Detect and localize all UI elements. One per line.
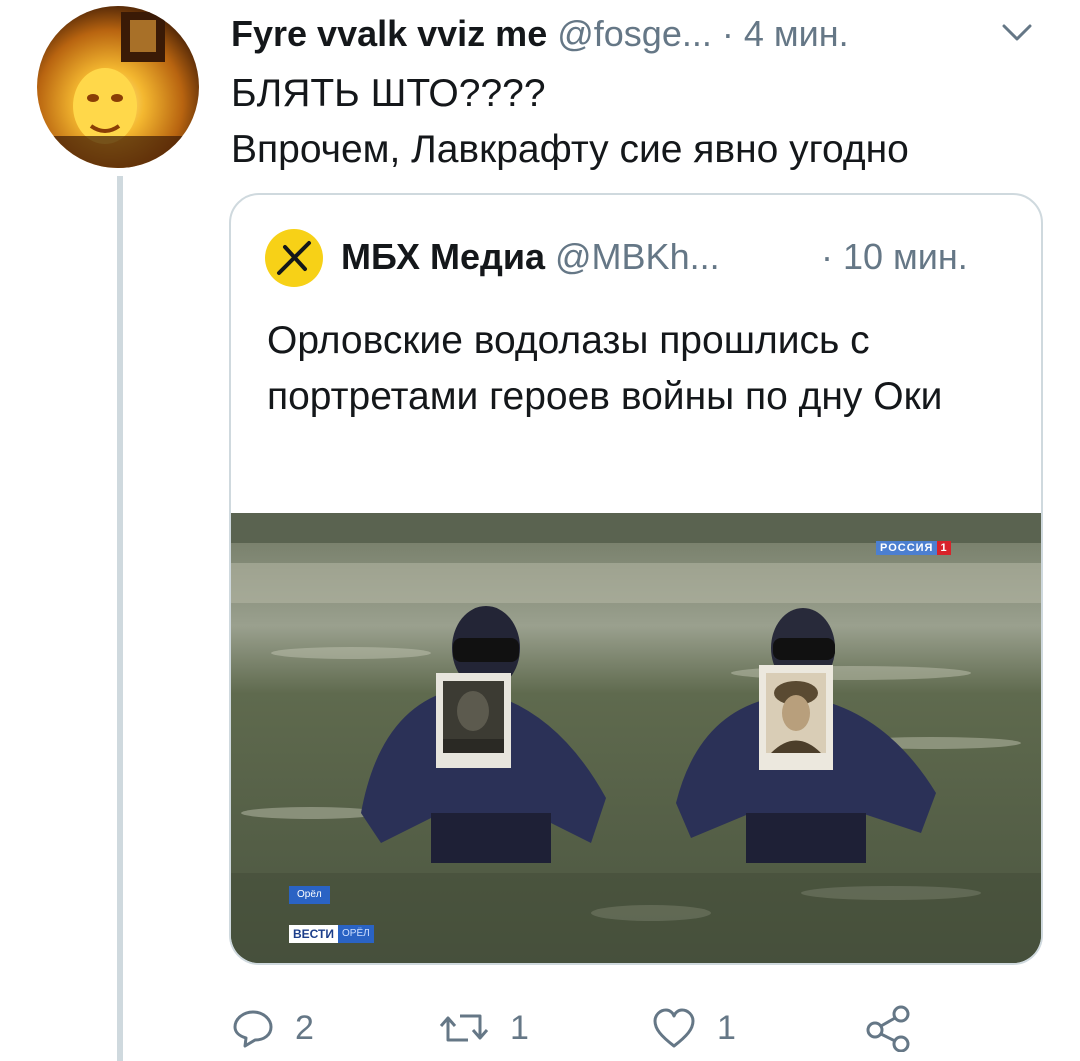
like-count: 1 xyxy=(717,1008,736,1047)
like-icon xyxy=(653,1008,695,1048)
thread-line xyxy=(117,176,123,1061)
quoted-author-handle[interactable]: @MBKh... xyxy=(555,236,720,277)
location-tag: Орёл xyxy=(289,886,330,904)
reply-icon xyxy=(233,1010,273,1048)
chevron-down-icon[interactable] xyxy=(994,14,1040,50)
quoted-tweet-card[interactable]: МБХ Медиа @MBKh... · 10 мин. Орловские в… xyxy=(229,193,1043,965)
quoted-author-name[interactable]: МБХ Медиа xyxy=(341,236,545,277)
like-button[interactable]: 1 xyxy=(651,998,736,1058)
mbx-logo-icon[interactable] xyxy=(265,229,323,287)
share-icon xyxy=(866,1005,910,1052)
separator-dot: · xyxy=(721,13,734,54)
reply-button[interactable]: 2 xyxy=(231,998,314,1058)
quoted-time[interactable]: · 10 мин. xyxy=(821,232,968,282)
quoted-media-image[interactable]: РОССИЯ 1 Орёл ВЕСТИ ОРЁЛ xyxy=(231,513,1041,963)
avatar[interactable] xyxy=(37,6,199,168)
retweet-button[interactable]: 1 xyxy=(438,998,529,1058)
channel-logo: РОССИЯ 1 xyxy=(876,541,986,555)
author-handle[interactable]: @fosge... xyxy=(557,13,712,54)
author-name[interactable]: Fyre vvalk vviz me xyxy=(231,13,547,54)
tweet-text-line: БЛЯТЬ ШТО???? xyxy=(231,72,546,115)
share-button[interactable] xyxy=(863,998,933,1058)
reply-count: 2 xyxy=(295,1008,314,1047)
tweet-header: Fyre vvalk vviz me @fosge... · 4 мин. xyxy=(231,10,1051,60)
tweet-text-line: Впрочем, Лавкрафту сие явно угодно xyxy=(231,128,909,171)
quoted-header: МБХ Медиа @MBKh... · 10 мин. xyxy=(341,232,1031,282)
retweet-icon xyxy=(439,1014,489,1042)
quoted-text: Орловские водолазы прошлись с портретами… xyxy=(267,319,943,418)
retweet-count: 1 xyxy=(510,1008,529,1047)
tweet-time[interactable]: 4 мин. xyxy=(744,13,849,54)
news-tag: ВЕСТИ ОРЁЛ xyxy=(289,925,374,943)
tweet-actions: 2 1 1 xyxy=(231,998,1051,1058)
tweet-text: БЛЯТЬ ШТО???? Впрочем, Лавкрафту сие явн… xyxy=(231,66,1051,178)
